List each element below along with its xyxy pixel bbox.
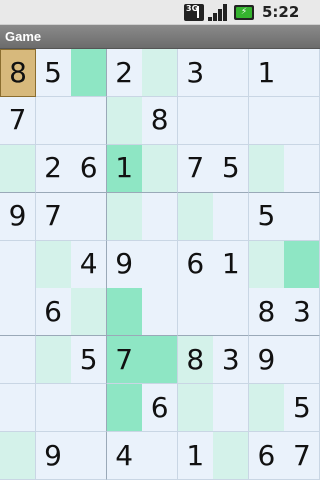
sudoku-cell-r2-c1[interactable]: 7 xyxy=(0,96,36,145)
sudoku-cell-r7-c9[interactable] xyxy=(284,336,320,385)
sudoku-cell-r6-c9[interactable]: 3 xyxy=(284,288,320,337)
sudoku-cell-r8-c5[interactable]: 6 xyxy=(142,384,179,433)
sudoku-cell-r9-c3[interactable] xyxy=(71,432,108,480)
sudoku-cell-r9-c6[interactable]: 1 xyxy=(177,432,214,480)
sudoku-cell-r2-c3[interactable] xyxy=(71,96,108,145)
sudoku-cell-r5-c7[interactable]: 1 xyxy=(213,240,250,289)
sudoku-cell-r1-c3[interactable] xyxy=(71,49,108,97)
sudoku-cell-r8-c9[interactable]: 5 xyxy=(284,384,320,433)
sudoku-cell-r5-c3[interactable]: 4 xyxy=(71,240,108,289)
sudoku-cell-r4-c6[interactable] xyxy=(177,192,214,241)
sudoku-cell-r9-c4[interactable]: 4 xyxy=(106,432,143,480)
sudoku-cell-r1-c4[interactable]: 2 xyxy=(106,49,143,97)
sudoku-cell-r4-c4[interactable] xyxy=(106,192,143,241)
sudoku-cell-r4-c9[interactable] xyxy=(284,192,320,241)
sudoku-cell-r3-c3[interactable]: 6 xyxy=(71,144,108,193)
sudoku-cell-r4-c1[interactable]: 9 xyxy=(0,192,36,241)
sudoku-cell-r4-c2[interactable]: 7 xyxy=(35,192,72,241)
sudoku-cell-r1-c6[interactable]: 3 xyxy=(177,49,214,97)
sudoku-cell-r8-c8[interactable] xyxy=(248,384,285,433)
sudoku-cell-r1-c2[interactable]: 5 xyxy=(35,49,72,97)
sudoku-cell-r8-c3[interactable] xyxy=(71,384,108,433)
sudoku-cell-r3-c9[interactable] xyxy=(284,144,320,193)
sudoku-cell-r2-c4[interactable] xyxy=(106,96,143,145)
sudoku-cell-r4-c8[interactable]: 5 xyxy=(248,192,285,241)
sudoku-cell-r5-c9[interactable] xyxy=(284,240,320,289)
sudoku-cell-r9-c8[interactable]: 6 xyxy=(248,432,285,480)
sudoku-cell-r2-c7[interactable] xyxy=(213,96,250,145)
sudoku-cell-r6-c6[interactable] xyxy=(177,288,214,337)
sudoku-cell-r2-c6[interactable] xyxy=(177,96,214,145)
sudoku-cell-r2-c2[interactable] xyxy=(35,96,72,145)
sudoku-cell-r9-c2[interactable]: 9 xyxy=(35,432,72,480)
sudoku-board: 8523178261759754961683578396594167 xyxy=(0,49,320,480)
sudoku-cell-r5-c6[interactable]: 6 xyxy=(177,240,214,289)
sudoku-cell-r1-c9[interactable] xyxy=(284,49,320,97)
sudoku-cell-r5-c1[interactable] xyxy=(0,240,36,289)
signal-bars-icon xyxy=(208,4,228,21)
sudoku-cell-r4-c5[interactable] xyxy=(142,192,179,241)
sudoku-cell-r6-c8[interactable]: 8 xyxy=(248,288,285,337)
sudoku-cell-r9-c9[interactable]: 7 xyxy=(284,432,320,480)
app-title: Game xyxy=(5,29,42,44)
sudoku-cell-r3-c7[interactable]: 5 xyxy=(213,144,250,193)
sudoku-cell-r1-c1[interactable]: 8 xyxy=(0,49,36,97)
sudoku-cell-r2-c8[interactable] xyxy=(248,96,285,145)
sudoku-cell-r2-c9[interactable] xyxy=(284,96,320,145)
sudoku-cell-r7-c3[interactable]: 5 xyxy=(71,336,108,385)
sudoku-cell-r7-c2[interactable] xyxy=(35,336,72,385)
sudoku-cell-r7-c8[interactable]: 9 xyxy=(248,336,285,385)
sudoku-cell-r9-c1[interactable] xyxy=(0,432,36,480)
sudoku-cell-r8-c6[interactable] xyxy=(177,384,214,433)
sudoku-cell-r7-c5[interactable] xyxy=(142,336,179,385)
sudoku-cell-r7-c7[interactable]: 3 xyxy=(213,336,250,385)
sudoku-cell-r6-c2[interactable]: 6 xyxy=(35,288,72,337)
sudoku-cell-r6-c7[interactable] xyxy=(213,288,250,337)
sudoku-cell-r5-c2[interactable] xyxy=(35,240,72,289)
sudoku-cell-r2-c5[interactable]: 8 xyxy=(142,96,179,145)
sudoku-cell-r1-c5[interactable] xyxy=(142,49,179,97)
sudoku-cell-r5-c8[interactable] xyxy=(248,240,285,289)
network-3g-icon: 3G xyxy=(184,4,204,21)
sudoku-cell-r3-c6[interactable]: 7 xyxy=(177,144,214,193)
sudoku-cell-r6-c1[interactable] xyxy=(0,288,36,337)
sudoku-cell-r7-c6[interactable]: 8 xyxy=(177,336,214,385)
sudoku-cell-r8-c2[interactable] xyxy=(35,384,72,433)
sudoku-cell-r1-c7[interactable] xyxy=(213,49,250,97)
sudoku-cell-r3-c4[interactable]: 1 xyxy=(106,144,143,193)
status-bar: 3G ⚡ 5:22 AM xyxy=(0,0,320,40)
sudoku-cell-r8-c1[interactable] xyxy=(0,384,36,433)
sudoku-cell-r4-c7[interactable] xyxy=(213,192,250,241)
battery-charging-icon: ⚡ xyxy=(234,5,254,20)
title-bar: Game xyxy=(0,25,320,49)
sudoku-cell-r6-c4[interactable] xyxy=(106,288,143,337)
sudoku-cell-r7-c4[interactable]: 7 xyxy=(106,336,143,385)
sudoku-cell-r5-c5[interactable] xyxy=(142,240,179,289)
sudoku-cell-r5-c4[interactable]: 9 xyxy=(106,240,143,289)
sudoku-cell-r3-c2[interactable]: 2 xyxy=(35,144,72,193)
sudoku-cell-r3-c5[interactable] xyxy=(142,144,179,193)
sudoku-cell-r9-c5[interactable] xyxy=(142,432,179,480)
sudoku-cell-r6-c3[interactable] xyxy=(71,288,108,337)
sudoku-cell-r6-c5[interactable] xyxy=(142,288,179,337)
sudoku-cell-r1-c8[interactable]: 1 xyxy=(248,49,285,97)
sudoku-cell-r4-c3[interactable] xyxy=(71,192,108,241)
sudoku-cell-r8-c4[interactable] xyxy=(106,384,143,433)
sudoku-cell-r9-c7[interactable] xyxy=(213,432,250,480)
sudoku-cell-r3-c8[interactable] xyxy=(248,144,285,193)
sudoku-cell-r7-c1[interactable] xyxy=(0,336,36,385)
sudoku-cell-r8-c7[interactable] xyxy=(213,384,250,433)
sudoku-cell-r3-c1[interactable] xyxy=(0,144,36,193)
